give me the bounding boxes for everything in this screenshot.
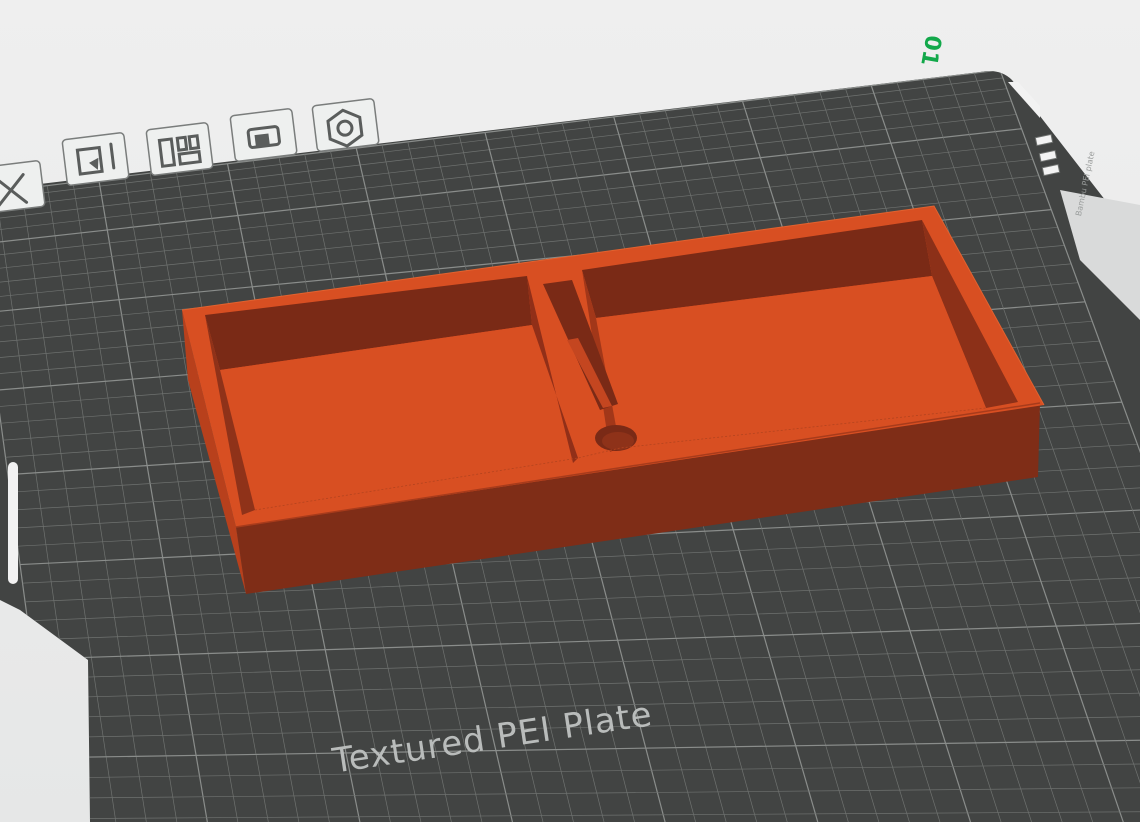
close-plate-button[interactable]: Close [0, 160, 46, 214]
lock-plate-button[interactable]: Lock [229, 108, 298, 162]
lock-icon [246, 125, 281, 149]
select-plate-button[interactable]: Select plate [61, 132, 130, 186]
arrange-icon [157, 134, 202, 168]
plate-index-label: 01 [915, 33, 946, 68]
plate-handle [8, 462, 18, 584]
arrange-plate-button[interactable]: Arrange [145, 122, 214, 176]
3d-viewport[interactable]: Close Select plate Arrange LockPlate settin… [0, 0, 1140, 822]
settings-plate-button[interactable]: Plate settings [311, 98, 380, 152]
build-plate-scene[interactable] [0, 0, 1140, 822]
